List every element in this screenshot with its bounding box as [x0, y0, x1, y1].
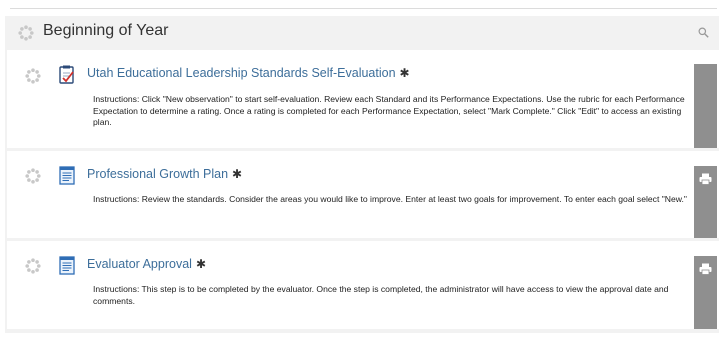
document-icon: [59, 256, 75, 275]
section-title: Beginning of Year: [43, 22, 169, 39]
step-title-self-evaluation[interactable]: Utah Educational Leadership Standards Se…: [87, 66, 410, 80]
loading-spinner-icon: [25, 68, 41, 84]
required-asterisk-icon: ✱: [399, 66, 410, 80]
step-row: Utah Educational Leadership Standards Se…: [7, 50, 719, 148]
step-row: Evaluator Approval ✱ Instructions: This s…: [7, 241, 719, 329]
section-header: Beginning of Year: [5, 16, 719, 50]
step-instructions: Instructions: Click "New observation" to…: [93, 94, 685, 128]
loading-spinner-icon: [25, 168, 41, 184]
required-asterisk-icon: ✱: [232, 167, 243, 181]
step-title-professional-growth-plan[interactable]: Professional Growth Plan ✱: [87, 167, 242, 181]
zoom-icon[interactable]: [698, 27, 709, 38]
loading-spinner-icon: [18, 25, 34, 41]
step-title-text[interactable]: Professional Growth Plan: [87, 167, 228, 181]
step-action-bar[interactable]: [694, 64, 717, 148]
evaluation-clipboard-icon: [59, 65, 74, 84]
step-row: Professional Growth Plan ✱ Instructions: …: [7, 151, 719, 238]
print-icon[interactable]: [699, 263, 712, 275]
step-instructions: Instructions: Review the standards. Cons…: [93, 194, 687, 204]
step-action-bar[interactable]: [694, 256, 717, 329]
beginning-of-year-panel: Beginning of Year Utah Educational Leade…: [5, 16, 719, 333]
loading-spinner-icon: [25, 258, 41, 274]
step-action-bar[interactable]: [694, 166, 717, 238]
required-asterisk-icon: ✱: [195, 257, 206, 271]
print-icon[interactable]: [699, 173, 712, 185]
step-title-text[interactable]: Evaluator Approval: [87, 257, 192, 271]
step-title-evaluator-approval[interactable]: Evaluator Approval ✱: [87, 257, 206, 271]
step-title-text[interactable]: Utah Educational Leadership Standards Se…: [87, 66, 396, 80]
document-icon: [59, 166, 75, 185]
step-instructions: Instructions: This step is to be complet…: [93, 284, 669, 306]
top-divider: [10, 8, 717, 9]
